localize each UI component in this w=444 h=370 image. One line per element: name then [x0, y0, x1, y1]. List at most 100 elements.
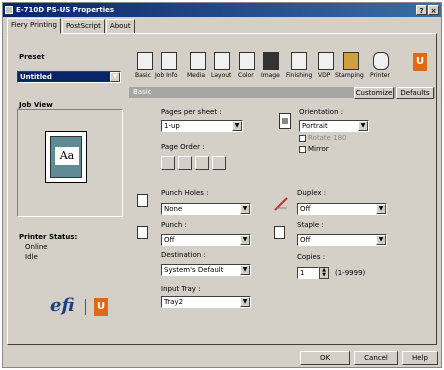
- page-order-option-1[interactable]: [161, 156, 175, 170]
- color-icon[interactable]: [239, 52, 255, 70]
- punch-value: Off: [164, 236, 175, 244]
- image-icon[interactable]: [263, 52, 279, 70]
- close-title-button[interactable]: ×: [428, 5, 439, 15]
- pages-per-sheet-value: 1-up: [164, 122, 180, 130]
- preset-select[interactable]: Untitled ▼: [17, 71, 121, 83]
- toolbar-vdp[interactable]: VDP: [318, 72, 330, 79]
- toolbar-media[interactable]: Media: [187, 72, 205, 79]
- job-preview-thumbnail: Aa: [45, 131, 87, 183]
- destination-select[interactable]: System's Default ▼: [161, 264, 251, 276]
- punch-holes-label: Punch Holes :: [161, 189, 209, 197]
- window-title: E-710D PS-US Properties: [16, 6, 115, 14]
- section-title: Basic: [133, 88, 152, 96]
- punch-label: Punch :: [161, 221, 187, 229]
- page-order-option-3[interactable]: [195, 156, 209, 170]
- finishing-icon[interactable]: [291, 52, 307, 70]
- printer-icon[interactable]: [373, 52, 389, 70]
- help-title-button[interactable]: ?: [416, 5, 427, 15]
- duplex-select[interactable]: Off ▼: [297, 203, 387, 215]
- rotate-label: Rotate 180: [308, 134, 347, 142]
- customize-button[interactable]: Customize: [354, 87, 394, 99]
- duplex-icon: [274, 197, 288, 211]
- tab-postscript[interactable]: PostScript: [61, 19, 105, 34]
- toolbar-color[interactable]: Color: [238, 72, 254, 79]
- chevron-down-icon: ▼: [240, 204, 250, 214]
- page-order-option-4[interactable]: [212, 156, 226, 170]
- preview-text: Aa: [55, 147, 79, 165]
- copies-spinner[interactable]: ▲ ▼: [319, 267, 329, 279]
- staple-value: Off: [300, 236, 311, 244]
- chevron-down-icon: ▼: [240, 265, 250, 275]
- chevron-down-icon: ▼: [240, 297, 250, 307]
- rotate-checkbox[interactable]: [299, 135, 306, 142]
- copies-value: 1: [300, 269, 305, 277]
- toolbar-finishing[interactable]: Finishing: [286, 72, 312, 79]
- duplex-value: Off: [300, 205, 311, 213]
- punch-icon: [137, 226, 148, 239]
- cancel-button[interactable]: Cancel: [354, 351, 398, 365]
- efi-logo: efi: [50, 295, 75, 316]
- printer-status-online: Online: [25, 243, 48, 251]
- chevron-down-icon: ▼: [240, 235, 250, 245]
- copies-range: (1-9999): [335, 269, 366, 277]
- job-info-icon[interactable]: [161, 52, 177, 70]
- tab-strip: Fiery Printing PostScript About: [7, 18, 136, 34]
- defaults-button[interactable]: Defaults: [396, 87, 434, 99]
- orientation-value: Portrait: [302, 122, 328, 130]
- basic-icon[interactable]: [137, 52, 153, 70]
- staple-icon: [274, 226, 285, 239]
- mirror-label: Mirror: [308, 145, 329, 153]
- logo-divider: [85, 299, 86, 315]
- punch-holes-icon: [137, 194, 148, 207]
- staple-select[interactable]: Off ▼: [297, 234, 387, 246]
- stamping-icon[interactable]: [343, 52, 359, 70]
- properties-window: E-710D PS-US Properties ? × Fiery Printi…: [2, 2, 442, 368]
- destination-label: Destination :: [161, 251, 206, 259]
- orientation-icon: [279, 113, 291, 129]
- punch-select[interactable]: Off ▼: [161, 234, 251, 246]
- toolbar-basic[interactable]: Basic: [135, 72, 151, 79]
- punch-holes-value: None: [164, 205, 183, 213]
- pages-per-sheet-select[interactable]: 1-up ▼: [161, 120, 243, 132]
- toolbar-stamping[interactable]: Stamping: [335, 72, 364, 79]
- preset-label: Preset: [19, 53, 45, 61]
- toolbar-job-info[interactable]: Job Info: [155, 72, 178, 79]
- printer-status-idle: Idle: [25, 253, 38, 261]
- tab-about[interactable]: About: [105, 19, 135, 34]
- brand-corner-icon: U: [413, 53, 427, 71]
- help-button[interactable]: Help: [402, 351, 438, 365]
- chevron-down-icon: ▼: [232, 121, 242, 131]
- mirror-checkbox[interactable]: [299, 146, 306, 153]
- toolbar-printer[interactable]: Printer: [370, 72, 390, 79]
- brand-flag-icon: U: [94, 298, 108, 316]
- orientation-select[interactable]: Portrait ▼: [299, 120, 369, 132]
- punch-holes-select[interactable]: None ▼: [161, 203, 251, 215]
- vdp-icon[interactable]: [318, 52, 334, 70]
- chevron-down-icon: ▼: [376, 204, 386, 214]
- preset-value: Untitled: [20, 73, 52, 81]
- job-view-label: Job View: [19, 101, 53, 109]
- layout-icon[interactable]: [214, 52, 230, 70]
- window-icon: [5, 6, 13, 14]
- chevron-down-icon: ▼: [358, 121, 368, 131]
- input-tray-value: Tray2: [164, 298, 184, 306]
- ok-button[interactable]: OK: [300, 351, 350, 365]
- title-bar[interactable]: E-710D PS-US Properties ? ×: [3, 3, 441, 17]
- orientation-label: Orientation :: [299, 108, 344, 116]
- copies-label: Copies :: [297, 253, 326, 261]
- page-order-option-2[interactable]: [178, 156, 192, 170]
- printer-status-label: Printer Status:: [19, 233, 78, 241]
- input-tray-select[interactable]: Tray2 ▼: [161, 296, 251, 308]
- chevron-down-icon: ▼: [376, 235, 386, 245]
- chevron-down-icon: ▼: [110, 72, 120, 82]
- copies-input[interactable]: 1: [297, 267, 319, 279]
- page-order-label: Page Order :: [161, 143, 205, 151]
- media-icon[interactable]: [190, 52, 206, 70]
- destination-value: System's Default: [164, 266, 224, 274]
- toolbar-image[interactable]: Image: [261, 72, 280, 79]
- pages-per-sheet-label: Pages per sheet :: [161, 108, 222, 116]
- tab-fiery-printing[interactable]: Fiery Printing: [7, 18, 61, 34]
- staple-label: Staple :: [297, 221, 324, 229]
- toolbar-layout[interactable]: Layout: [211, 72, 231, 79]
- duplex-label: Duplex :: [297, 189, 327, 197]
